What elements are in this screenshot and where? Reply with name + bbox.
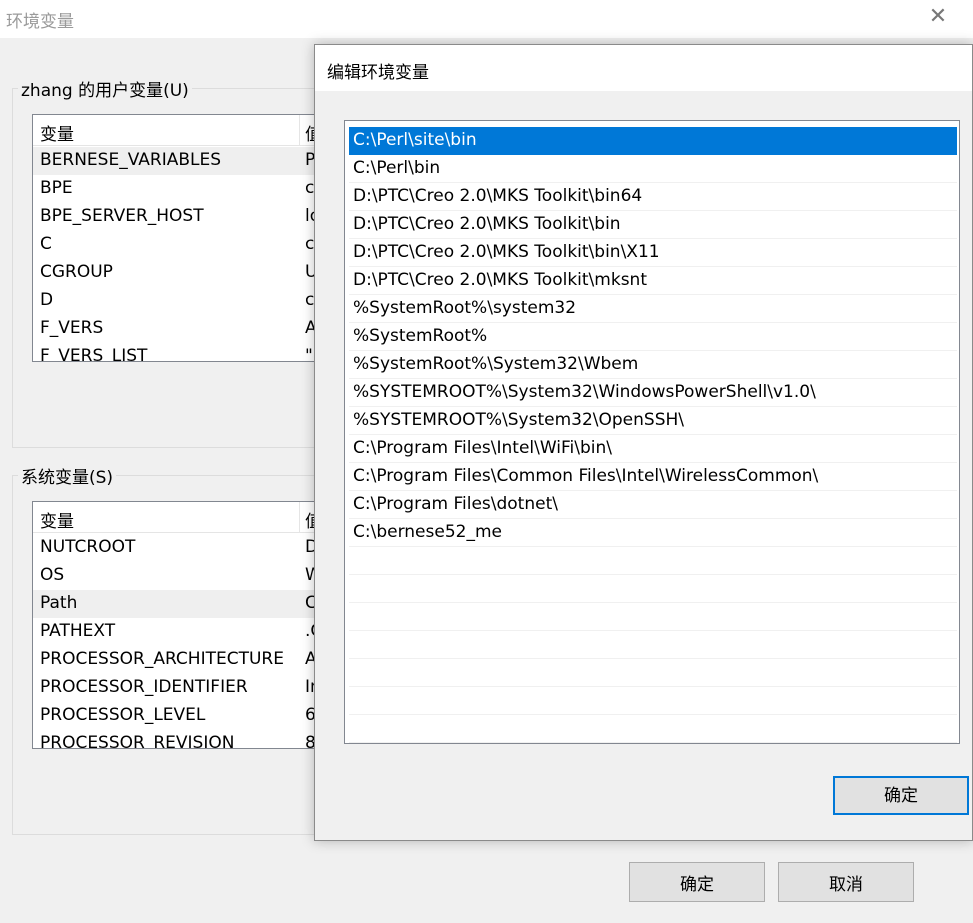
path-text: C:\bernese52_me [353, 522, 502, 542]
table-row[interactable]: Path C [33, 590, 331, 618]
variable-name: F_VERS [40, 318, 104, 338]
path-text: D:\PTC\Creo 2.0\MKS Toolkit\bin64 [353, 186, 643, 206]
variable-value: " [305, 346, 313, 362]
table-row[interactable]: NUTCROOT D [33, 534, 331, 562]
empty-row[interactable] [349, 603, 957, 631]
path-text: %SystemRoot%\system32 [353, 298, 577, 318]
path-text: %SystemRoot%\System32\Wbem [353, 354, 639, 374]
variable-name: F_VERS_LIST [40, 346, 148, 362]
table-row[interactable]: PROCESSOR_REVISION 8 [33, 730, 331, 749]
column-header-variable[interactable]: 变量 [40, 507, 74, 532]
variable-name: Path [40, 593, 78, 613]
variable-name: PROCESSOR_LEVEL [40, 705, 206, 725]
path-text: D:\PTC\Creo 2.0\MKS Toolkit\bin\X11 [353, 242, 660, 262]
column-header-variable[interactable]: 变量 [40, 120, 74, 145]
table-row[interactable]: BPE_SERVER_HOST lo [33, 203, 331, 231]
path-item[interactable]: %SYSTEMROOT%\System32\OpenSSH\ [349, 407, 957, 435]
path-text: C:\Perl\site\bin [353, 130, 477, 150]
user-variables-label: zhang 的用户变量(U) [18, 76, 192, 101]
variable-name: PROCESSOR_ARCHITECTURE [40, 649, 284, 669]
variable-name: PROCESSOR_REVISION [40, 733, 235, 749]
variable-name: NUTCROOT [40, 537, 136, 557]
table-row[interactable]: CGROUP U [33, 259, 331, 287]
column-divider[interactable] [299, 115, 300, 146]
variable-name: PROCESSOR_IDENTIFIER [40, 677, 248, 697]
path-item[interactable]: D:\PTC\Creo 2.0\MKS Toolkit\bin\X11 [349, 239, 957, 267]
path-item[interactable]: C:\Program Files\Intel\WiFi\bin\ [349, 435, 957, 463]
path-text: %SystemRoot% [353, 326, 488, 346]
window-title: 环境变量 [6, 12, 74, 32]
path-item[interactable]: %SystemRoot%\System32\Wbem [349, 351, 957, 379]
edit-environment-variable-dialog: 编辑环境变量 C:\Perl\site\bin C:\Perl\bin D:\P… [314, 44, 973, 841]
column-divider[interactable] [299, 502, 300, 533]
variable-name: BERNESE_VARIABLES [40, 150, 221, 170]
path-text: %SYSTEMROOT%\System32\OpenSSH\ [353, 410, 685, 430]
system-variables-label: 系统变量(S) [18, 463, 117, 488]
table-row[interactable]: Dc [33, 287, 331, 315]
list-header: 变量 值 [33, 502, 331, 533]
table-row[interactable]: F_VERS_LIST " [33, 343, 331, 362]
dialog-titlebar: 编辑环境变量 [315, 45, 972, 91]
empty-row[interactable] [349, 687, 957, 715]
empty-row[interactable] [349, 575, 957, 603]
variable-value: c [305, 290, 315, 310]
variable-name: OS [40, 565, 65, 585]
empty-row[interactable] [349, 547, 957, 575]
dialog-ok-button[interactable]: 确定 [833, 776, 969, 815]
empty-row[interactable] [349, 631, 957, 659]
table-row[interactable]: OSW [33, 562, 331, 590]
table-row[interactable]: F_VERS A [33, 315, 331, 343]
path-text: %SYSTEMROOT%\System32\WindowsPowerShell\… [353, 382, 816, 402]
dialog-title: 编辑环境变量 [327, 63, 429, 83]
variable-name: PATHEXT [40, 621, 116, 641]
variable-value: c [305, 234, 315, 254]
path-item[interactable]: D:\PTC\Creo 2.0\MKS Toolkit\bin [349, 211, 957, 239]
path-item[interactable]: C:\Perl\bin [349, 155, 957, 183]
path-item[interactable]: %SystemRoot%\system32 [349, 295, 957, 323]
variable-value: c [305, 178, 315, 198]
path-text: C:\Program Files\dotnet\ [353, 494, 558, 514]
table-row[interactable]: BPE c [33, 175, 331, 203]
cancel-button[interactable]: 取消 [778, 862, 914, 902]
list-header: 变量 值 [33, 115, 331, 146]
table-row[interactable]: Cc [33, 231, 331, 259]
path-item[interactable]: %SYSTEMROOT%\System32\WindowsPowerShell\… [349, 379, 957, 407]
variable-name: C [40, 234, 52, 254]
system-variables-list[interactable]: 变量 值 NUTCROOTD OSW PathC PATHEXT.C PROCE… [32, 501, 332, 749]
table-row[interactable]: PATHEXT.C [33, 618, 331, 646]
path-item[interactable]: D:\PTC\Creo 2.0\MKS Toolkit\mksnt [349, 267, 957, 295]
path-item[interactable]: C:\Program Files\Common Files\Intel\Wire… [349, 463, 957, 491]
variable-name: D [40, 290, 54, 310]
close-icon[interactable]: ✕ [925, 4, 951, 30]
path-item[interactable]: C:\bernese52_me [349, 519, 957, 547]
path-item[interactable]: C:\Perl\site\bin [349, 127, 957, 155]
path-text: D:\PTC\Creo 2.0\MKS Toolkit\mksnt [353, 270, 647, 290]
variable-name: BPE_SERVER_HOST [40, 206, 204, 226]
table-row[interactable]: PROCESSOR_LEVEL 6 [33, 702, 331, 730]
empty-row[interactable] [349, 659, 957, 687]
path-item[interactable]: C:\Program Files\dotnet\ [349, 491, 957, 519]
empty-row[interactable] [349, 715, 957, 743]
path-text: D:\PTC\Creo 2.0\MKS Toolkit\bin [353, 214, 621, 234]
variable-name: BPE [40, 178, 73, 198]
user-variables-list[interactable]: 变量 值 BERNESE_VARIABLESP BPE c BPE_SERVER_… [32, 114, 332, 362]
main-titlebar: 环境变量 ✕ [0, 0, 973, 38]
table-row[interactable]: PROCESSOR_ARCHITECTURE A [33, 646, 331, 674]
path-text: C:\Perl\bin [353, 158, 441, 178]
variable-name: CGROUP [40, 262, 113, 282]
table-row[interactable]: BERNESE_VARIABLES P [33, 147, 331, 175]
path-item[interactable]: D:\PTC\Creo 2.0\MKS Toolkit\bin64 [349, 183, 957, 211]
table-row[interactable]: PROCESSOR_IDENTIFIER In [33, 674, 331, 702]
path-item[interactable]: %SystemRoot% [349, 323, 957, 351]
path-text: C:\Program Files\Common Files\Intel\Wire… [353, 466, 819, 486]
ok-button[interactable]: 确定 [629, 862, 765, 902]
path-list[interactable]: C:\Perl\site\bin C:\Perl\bin D:\PTC\Creo… [344, 120, 960, 744]
path-text: C:\Program Files\Intel\WiFi\bin\ [353, 438, 613, 458]
